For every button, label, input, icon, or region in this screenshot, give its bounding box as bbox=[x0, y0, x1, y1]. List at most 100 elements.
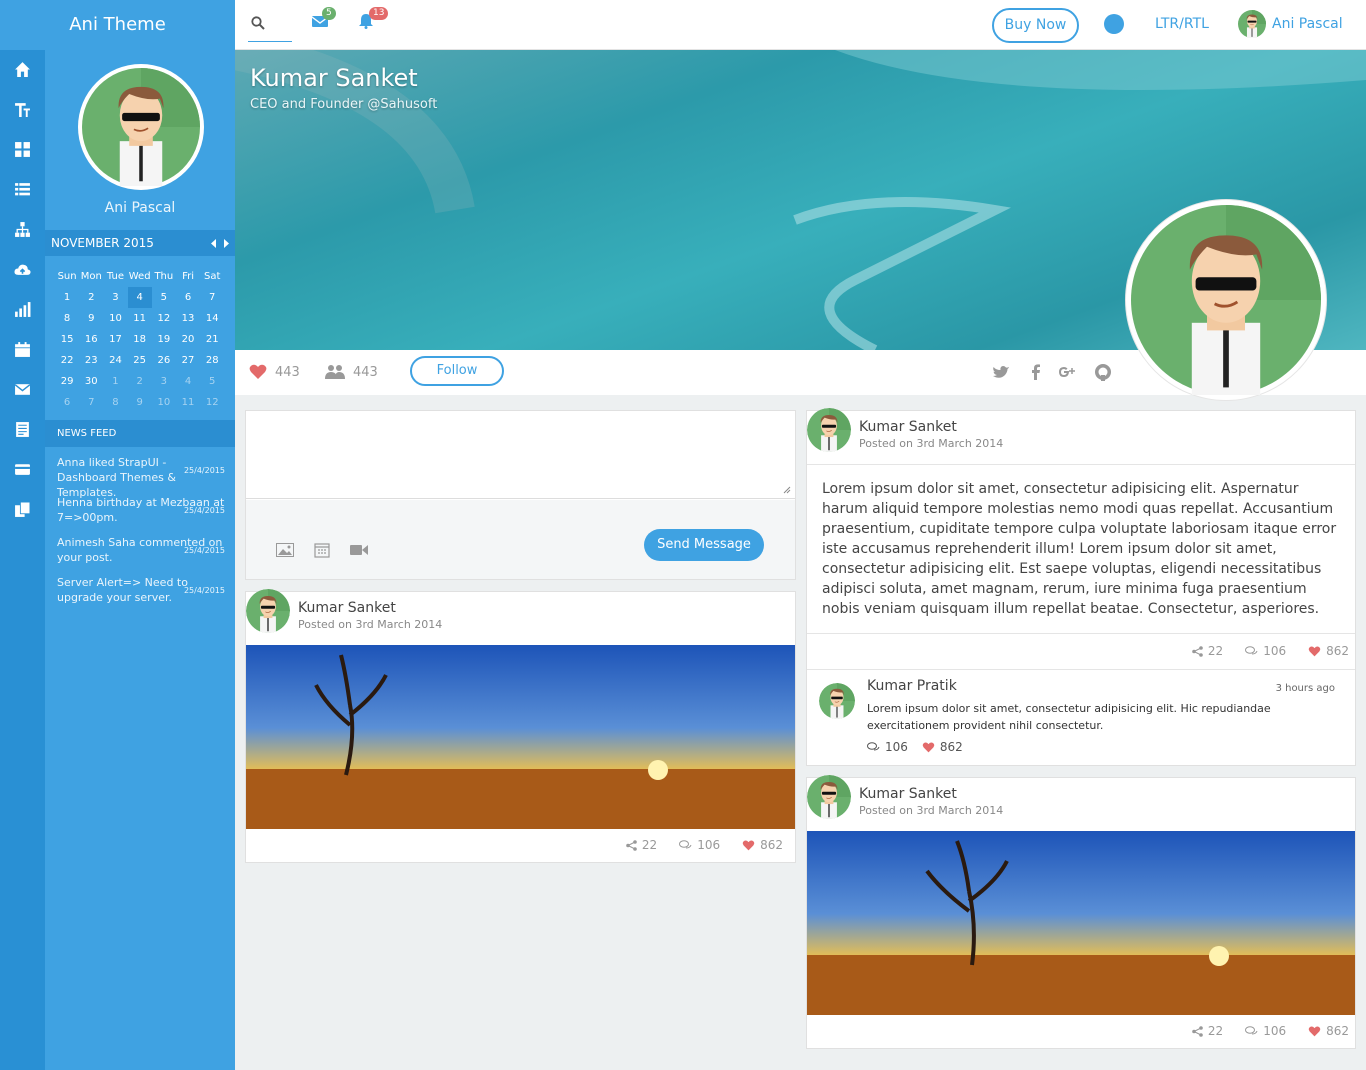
share-action[interactable]: 22 bbox=[1192, 644, 1223, 658]
calendar-day[interactable]: 17 bbox=[103, 329, 127, 350]
calendar-day[interactable]: 4 bbox=[176, 371, 200, 392]
calendar-day[interactable]: 22 bbox=[55, 350, 79, 371]
calendar-day[interactable]: 12 bbox=[200, 392, 224, 413]
calendar-day[interactable]: 8 bbox=[103, 392, 127, 413]
avatar[interactable] bbox=[819, 683, 855, 719]
video-icon[interactable] bbox=[350, 544, 368, 556]
calendar-day[interactable]: 3 bbox=[103, 287, 127, 308]
calendar-day[interactable]: 12 bbox=[152, 308, 176, 329]
chevron-right-icon[interactable] bbox=[223, 238, 229, 248]
post-author[interactable]: Kumar Sanket bbox=[859, 419, 1003, 435]
follow-button[interactable]: Follow bbox=[410, 356, 504, 386]
calendar-day[interactable]: 16 bbox=[79, 329, 103, 350]
calendar-day[interactable]: 23 bbox=[79, 350, 103, 371]
avatar[interactable] bbox=[246, 589, 290, 633]
post-author[interactable]: Kumar Sanket bbox=[298, 600, 442, 616]
share-action[interactable]: 22 bbox=[1192, 1024, 1223, 1038]
friends-stat[interactable]: 443 bbox=[325, 364, 378, 380]
calendar-day[interactable]: 2 bbox=[79, 287, 103, 308]
calendar-day[interactable]: 13 bbox=[176, 308, 200, 329]
calendar-day[interactable]: 28 bbox=[200, 350, 224, 371]
calendar-day[interactable]: 15 bbox=[55, 329, 79, 350]
calendar-day[interactable]: 11 bbox=[176, 392, 200, 413]
calendar-day[interactable]: 10 bbox=[152, 392, 176, 413]
calendar-day[interactable]: 24 bbox=[103, 350, 127, 371]
home-icon[interactable] bbox=[14, 61, 31, 78]
calendar-day[interactable]: 29 bbox=[55, 371, 79, 392]
github-icon[interactable] bbox=[1094, 363, 1112, 381]
buy-now-button[interactable]: Buy Now bbox=[992, 8, 1079, 43]
news-item[interactable]: Server Alert=> Need to upgrade your serv… bbox=[57, 575, 225, 611]
like-action[interactable]: 862 bbox=[742, 838, 783, 852]
calendar-day[interactable]: 7 bbox=[200, 287, 224, 308]
likes-stat[interactable]: 443 bbox=[249, 364, 300, 380]
comment-action[interactable]: 106 bbox=[867, 740, 908, 754]
share-action[interactable]: 22 bbox=[626, 838, 657, 852]
cloud-upload-icon[interactable] bbox=[14, 261, 31, 278]
brand-title[interactable]: Ani Theme bbox=[0, 0, 235, 50]
ltr-rtl-toggle[interactable]: LTR/RTL bbox=[1155, 16, 1209, 32]
files-icon[interactable] bbox=[14, 501, 31, 518]
bar-chart-icon[interactable] bbox=[14, 301, 31, 318]
cover-avatar[interactable] bbox=[1126, 200, 1326, 401]
news-item[interactable]: Anna liked StrapUI - Dashboard Themes & … bbox=[57, 455, 225, 499]
sunset-tree-image[interactable] bbox=[246, 645, 795, 829]
calendar-day[interactable]: 19 bbox=[152, 329, 176, 350]
calendar-day[interactable]: 6 bbox=[55, 392, 79, 413]
like-action[interactable]: 862 bbox=[922, 740, 963, 754]
calendar-day[interactable]: 9 bbox=[79, 308, 103, 329]
chevron-left-icon[interactable] bbox=[211, 238, 217, 248]
card-icon[interactable] bbox=[14, 461, 31, 478]
list-icon[interactable] bbox=[14, 181, 31, 198]
search-box[interactable] bbox=[248, 10, 292, 42]
calendar-icon[interactable] bbox=[14, 341, 31, 358]
profile-avatar[interactable] bbox=[78, 64, 204, 190]
avatar[interactable] bbox=[807, 775, 851, 819]
image-icon[interactable] bbox=[276, 543, 294, 557]
facebook-icon[interactable] bbox=[1027, 363, 1045, 381]
comment-action[interactable]: 106 bbox=[1245, 644, 1286, 658]
calendar-day[interactable]: 5 bbox=[152, 287, 176, 308]
like-action[interactable]: 862 bbox=[1308, 1024, 1349, 1038]
calendar-day[interactable]: 21 bbox=[200, 329, 224, 350]
text-icon[interactable] bbox=[14, 101, 31, 118]
comment-author[interactable]: Kumar Pratik bbox=[867, 678, 957, 694]
calendar-day[interactable]: 30 bbox=[79, 371, 103, 392]
document-icon[interactable] bbox=[14, 421, 31, 438]
resize-handle-icon[interactable] bbox=[783, 486, 791, 494]
mail-button[interactable]: 5 bbox=[311, 7, 336, 32]
notifications-button[interactable]: 13 bbox=[359, 7, 389, 33]
calendar-day[interactable]: 1 bbox=[55, 287, 79, 308]
calendar-day[interactable]: 26 bbox=[152, 350, 176, 371]
sunset-tree-image[interactable] bbox=[807, 831, 1355, 1015]
calendar-day[interactable]: 27 bbox=[176, 350, 200, 371]
calendar-day[interactable]: 10 bbox=[103, 308, 127, 329]
sitemap-icon[interactable] bbox=[14, 221, 31, 238]
news-item[interactable]: Henna birthday at Mezbaan at 7=>00pm. 25/… bbox=[57, 495, 225, 531]
calendar-day[interactable]: 2 bbox=[128, 371, 152, 392]
calendar-day[interactable]: 8 bbox=[55, 308, 79, 329]
calendar-day[interactable]: 7 bbox=[79, 392, 103, 413]
calendar-day[interactable]: 5 bbox=[200, 371, 224, 392]
theme-color-dot[interactable] bbox=[1104, 14, 1124, 34]
message-textarea[interactable] bbox=[246, 411, 795, 499]
calendar-day[interactable]: 11 bbox=[128, 308, 152, 329]
news-item[interactable]: Animesh Saha commented on your post. 25/4… bbox=[57, 535, 225, 571]
comment-action[interactable]: 106 bbox=[679, 838, 720, 852]
avatar[interactable] bbox=[807, 408, 851, 452]
calendar-day[interactable]: 4 bbox=[127, 287, 152, 308]
calendar-day[interactable]: 18 bbox=[128, 329, 152, 350]
like-action[interactable]: 862 bbox=[1308, 644, 1349, 658]
calendar-day[interactable]: 20 bbox=[176, 329, 200, 350]
calendar-day[interactable]: 14 bbox=[200, 308, 224, 329]
calendar-icon[interactable] bbox=[314, 542, 330, 558]
calendar-day[interactable]: 6 bbox=[176, 287, 200, 308]
send-message-button[interactable]: Send Message bbox=[644, 529, 764, 561]
calendar-day[interactable]: 25 bbox=[128, 350, 152, 371]
calendar-day[interactable]: 9 bbox=[128, 392, 152, 413]
user-menu[interactable]: Ani Pascal bbox=[1238, 10, 1343, 38]
mail-icon[interactable] bbox=[14, 381, 31, 398]
twitter-icon[interactable] bbox=[992, 363, 1010, 381]
grid-icon[interactable] bbox=[14, 141, 31, 158]
post-author[interactable]: Kumar Sanket bbox=[859, 786, 1003, 802]
